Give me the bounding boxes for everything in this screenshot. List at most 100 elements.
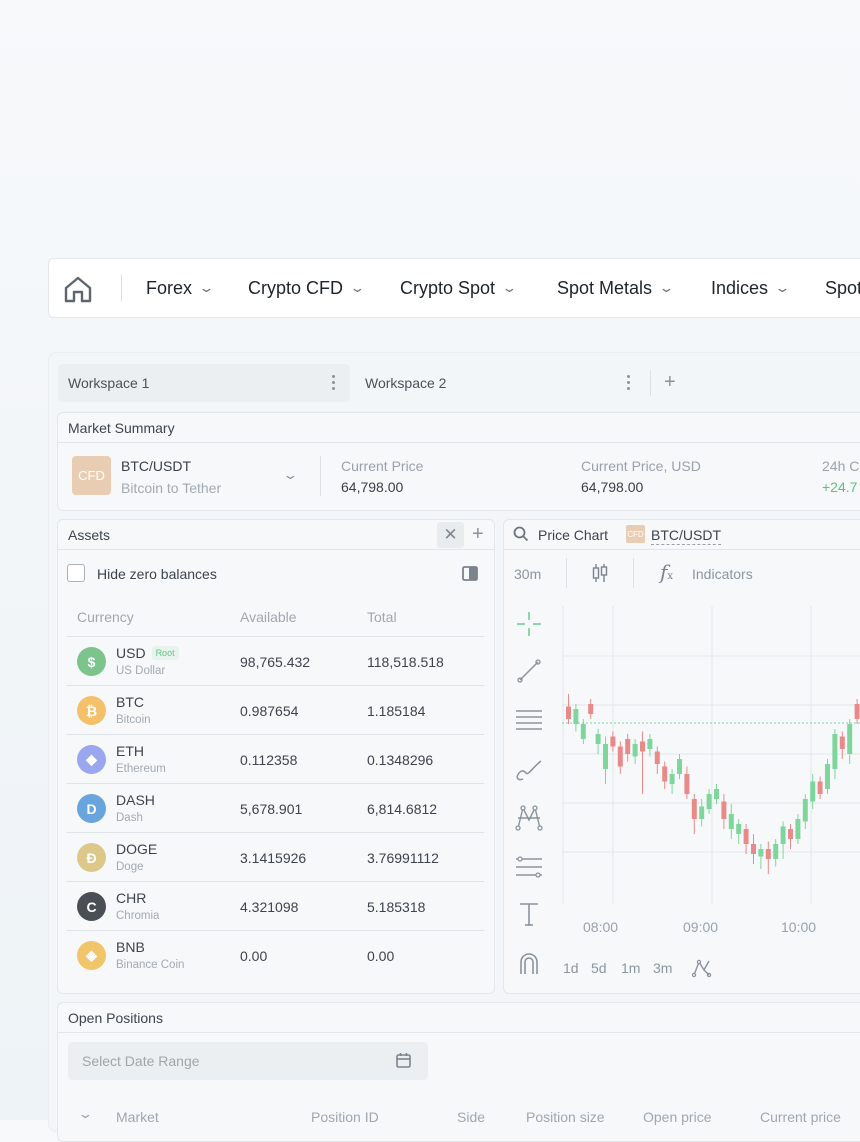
assets-title: Assets [68, 527, 111, 543]
candle [765, 841, 771, 874]
fib-retracement-icon[interactable] [513, 851, 545, 883]
currency-name: Bitcoin [116, 714, 151, 726]
candle [669, 769, 675, 794]
column-header-market: Market [116, 1109, 159, 1125]
change-label: 24h C [822, 458, 860, 474]
candle [603, 736, 608, 784]
total-value: 1.185184 [367, 703, 426, 719]
close-icon[interactable]: ✕ [437, 522, 464, 548]
nav-item-crypto-spot[interactable]: Crypto Spot ⌄ [400, 259, 518, 317]
currency-symbol: BNB [116, 939, 145, 955]
nav-item-spot-metals[interactable]: Spot Metals ⌄ [557, 259, 675, 317]
text-tool-icon[interactable] [513, 898, 545, 930]
candle [795, 814, 801, 844]
candle [847, 719, 853, 764]
pair-symbol[interactable]: BTC/USDT [121, 458, 191, 474]
date-range-placeholder: Select Date Range [82, 1053, 200, 1069]
total-value: 0.00 [367, 948, 395, 964]
available-value: 5,678.901 [240, 801, 303, 817]
total-value: 0.1348296 [367, 752, 434, 768]
currency-name: Chromia [116, 910, 160, 922]
table-row[interactable]: C CHR Chromia 4.321098 5.185318 [66, 882, 484, 931]
market-nav-bar: Forex ⌄ Crypto CFD ⌄ Crypto Spot ⌄ Spot Met… [48, 258, 860, 318]
table-row[interactable]: D DASH Dash 5,678.901 6,814.6812 [66, 784, 484, 833]
calendar-icon[interactable] [396, 1052, 411, 1068]
nav-item-indices[interactable]: Indices ⌄ [711, 259, 791, 317]
timeframe-1d[interactable]: 1d [563, 960, 579, 976]
columns-icon[interactable] [462, 566, 478, 581]
candle [632, 739, 638, 764]
candle [743, 824, 749, 854]
cfd-badge-icon: CFD [72, 456, 111, 495]
currency-name: Binance Coin [116, 959, 185, 971]
usd-coin-icon: $ [77, 647, 106, 676]
current-price-usd-label: Current Price, USD [581, 458, 701, 474]
compare-icon[interactable] [692, 958, 712, 978]
currency-symbol: DOGE [116, 841, 158, 857]
candle [758, 844, 764, 869]
search-icon[interactable] [513, 526, 529, 542]
tab-workspace-1[interactable]: Workspace 1 [58, 364, 350, 402]
add-workspace-icon[interactable]: + [664, 372, 676, 392]
chevron-down-icon[interactable]: ⌄ [282, 467, 298, 483]
chart-pair-selector[interactable]: BTC/USDT [651, 527, 721, 545]
x-axis-tick: 10:00 [781, 919, 817, 935]
candle [773, 839, 779, 867]
hide-zero-checkbox[interactable] [67, 564, 85, 582]
change-value: +24.7 [822, 479, 858, 495]
timeframe-5d[interactable]: 5d [591, 960, 607, 976]
divider [320, 456, 321, 496]
available-value: 0.00 [240, 948, 268, 964]
candle [802, 794, 808, 829]
candle [854, 699, 860, 724]
candle [728, 804, 734, 839]
magnet-icon[interactable] [513, 948, 545, 980]
pattern-icon[interactable] [513, 802, 545, 834]
tab-workspace-2[interactable]: Workspace 2 [355, 364, 645, 402]
x-axis-tick: 09:00 [683, 919, 719, 935]
hide-zero-label: Hide zero balances [97, 566, 217, 582]
candlestick-chart[interactable] [562, 606, 860, 904]
tab-divider [650, 370, 651, 396]
column-header-available: Available [240, 609, 297, 625]
crosshair-icon[interactable] [513, 608, 545, 640]
nav-item-forex[interactable]: Forex ⌄ [146, 259, 215, 317]
table-row[interactable]: ◆ ETH Ethereum 0.112358 0.1348296 [66, 735, 484, 784]
more-vertical-icon[interactable] [627, 375, 631, 390]
brush-icon[interactable] [513, 753, 545, 785]
nav-item-spot[interactable]: Spot [825, 259, 860, 317]
add-icon[interactable]: + [472, 522, 484, 546]
divider [504, 549, 860, 550]
candle [610, 731, 616, 752]
table-row[interactable]: ₿ BTC Bitcoin 0.987654 1.185184 [66, 686, 484, 735]
eth-coin-icon: ◆ [77, 745, 106, 774]
table-row[interactable]: Ð DOGE Doge 3.1415926 3.76991112 [66, 833, 484, 882]
currency-name: Ethereum [116, 763, 166, 775]
timeframe-1m[interactable]: 1m [621, 960, 640, 976]
nav-item-crypto-cfd[interactable]: Crypto CFD ⌄ [248, 259, 366, 317]
currency-name: US Dollar [116, 665, 166, 677]
home-icon[interactable] [63, 275, 93, 303]
indicators-button[interactable]: Indicators [692, 566, 753, 582]
table-row[interactable]: $ USD Root US Dollar 98,765.432 118,518.518 [66, 637, 484, 686]
candle [647, 734, 653, 757]
horizontal-lines-icon[interactable] [513, 703, 545, 735]
candle [677, 754, 682, 779]
timeframe-3m[interactable]: 3m [653, 960, 672, 976]
interval-selector[interactable]: 30m [514, 566, 541, 582]
function-icon[interactable]: fx [660, 560, 673, 584]
candle [573, 704, 579, 732]
trend-line-icon[interactable] [513, 655, 545, 687]
candle [706, 789, 712, 814]
total-value: 3.76991112 [367, 850, 439, 866]
current-price-value: 64,798.00 [341, 479, 404, 495]
date-range-input[interactable]: Select Date Range [68, 1042, 428, 1080]
more-vertical-icon[interactable] [332, 375, 336, 390]
candle [788, 824, 793, 849]
bnb-coin-icon: ◈ [77, 941, 106, 970]
candle [817, 776, 823, 799]
column-header-currency: Currency [77, 609, 134, 625]
chevron-down-icon: ⌄ [501, 280, 518, 295]
candlestick-type-icon[interactable] [591, 563, 609, 583]
table-row[interactable]: ◈ BNB Binance Coin 0.00 0.00 [66, 931, 484, 980]
